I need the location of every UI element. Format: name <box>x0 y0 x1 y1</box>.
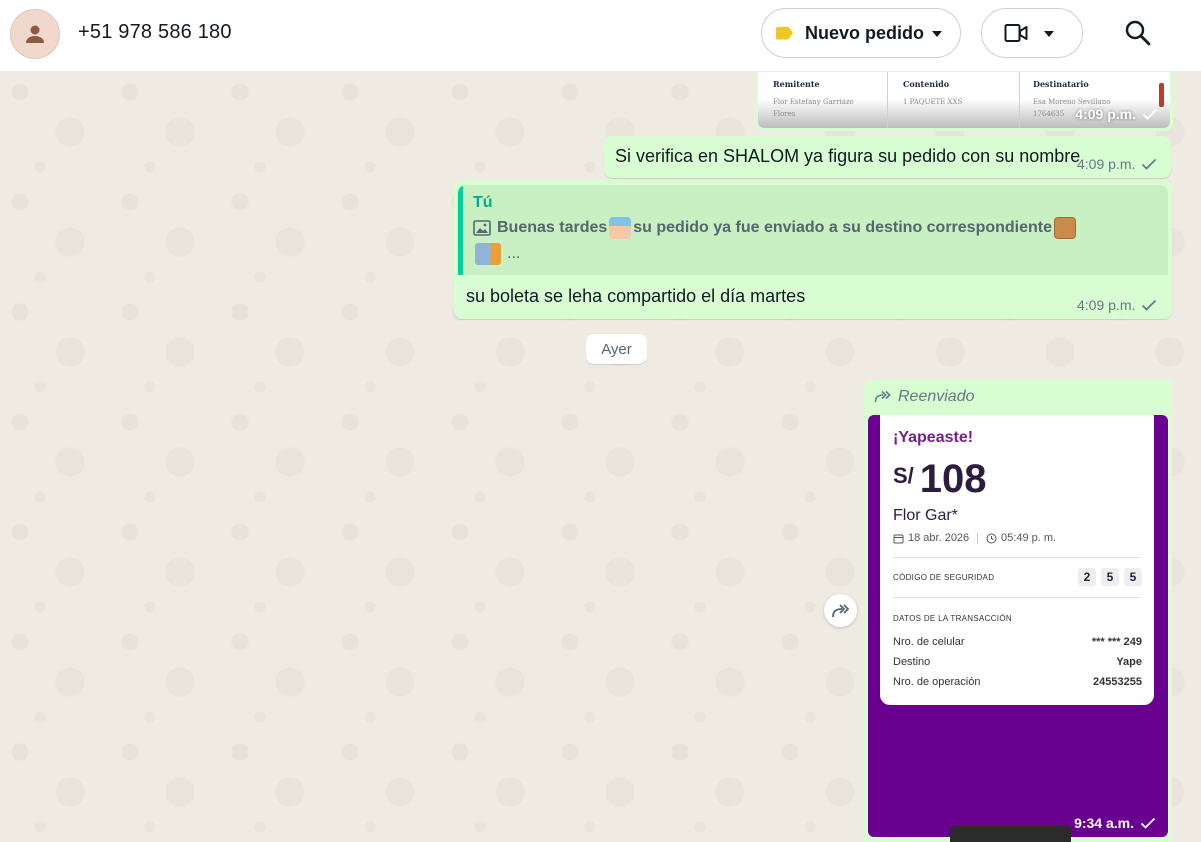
forwarded-label: Reenviado <box>874 388 975 406</box>
ticket-red-strip <box>1159 83 1164 107</box>
shipping-ticket-image[interactable]: Remitente Flor Estefany Garriazo Flores … <box>758 63 1170 128</box>
quote-ellipsis: ... <box>507 245 521 262</box>
yape-row-label: Destino <box>893 656 931 668</box>
search-button[interactable] <box>1124 19 1152 47</box>
sent-check-icon <box>1142 299 1157 311</box>
yape-title: ¡Yapeaste! <box>893 429 974 446</box>
quote-text: Buenas tardes su pedido ya fue enviado a… <box>473 217 1078 239</box>
message-time-text: 9:34 a.m. <box>1074 815 1134 831</box>
message-time: 9:34 a.m. <box>1074 815 1156 831</box>
yape-row-destination: Destino Yape <box>893 656 1142 668</box>
chevron-down-icon <box>1044 31 1054 37</box>
yape-security-label: CÓDIGO DE SEGURIDAD <box>893 573 995 582</box>
chevron-down-icon <box>932 31 942 37</box>
yape-amount-value: 108 <box>919 457 987 501</box>
ticket-header-content: Contenido <box>903 79 950 89</box>
label-tag-icon <box>776 26 793 40</box>
message-text: su boleta se leha compartido el día mart… <box>466 286 806 306</box>
quote-text-part: Buenas tardes <box>497 219 608 236</box>
forwarded-icon <box>874 390 891 403</box>
security-digit: 5 <box>1101 568 1119 586</box>
contact-name[interactable]: +51 978 586 180 <box>78 21 232 44</box>
user-avatar-icon <box>26 25 44 43</box>
sent-check-icon <box>1142 158 1157 170</box>
label-dropdown-text: Nuevo pedido <box>805 22 925 43</box>
yape-separator <box>893 597 1141 598</box>
yape-row-phone: Nro. de celular *** *** 249 <box>893 636 1142 648</box>
yape-row-value: *** *** 249 <box>1091 636 1142 648</box>
quote-text-line2: ... <box>473 243 520 265</box>
message-bubble-forwarded[interactable]: Reenviado ¡Yapeaste! S/ 108 Flor Gar* 18… <box>864 380 1172 842</box>
quote-text-part: su pedido ya fue enviado a su destino co… <box>633 219 1053 236</box>
calendar-icon <box>893 534 904 543</box>
delivery-truck-emoji-icon <box>475 243 501 265</box>
image-icon <box>473 220 491 236</box>
woman-raising-hand-emoji-icon <box>609 217 632 239</box>
message-time: 4:09 p.m. <box>1077 297 1157 313</box>
yape-recipient-name: Flor Gar* <box>893 507 958 524</box>
yape-receipt-card: ¡Yapeaste! S/ 108 Flor Gar* 18 abr. 2026… <box>880 415 1154 705</box>
yape-currency: S/ <box>893 463 914 488</box>
forward-icon <box>831 603 849 617</box>
yape-row-operation: Nro. de operación 24553255 <box>893 676 1142 688</box>
yape-date: 18 abr. 2026 <box>908 532 970 544</box>
message-time: 4:09 p.m. <box>1077 156 1157 172</box>
yape-datetime: 18 abr. 2026 | 05:49 p. m. <box>893 532 1056 544</box>
ticket-value-sender: Flor Estefany Garriazo Flores <box>773 96 854 120</box>
yape-details-label: DATOS DE LA TRANSACCIÓN <box>893 614 1012 623</box>
security-digit: 5 <box>1124 568 1142 586</box>
yape-security-code: 2 5 5 <box>1078 568 1142 586</box>
yape-row-value: Yape <box>1116 656 1142 668</box>
security-digit: 2 <box>1078 568 1096 586</box>
message-time-text: 4:09 p.m. <box>1077 297 1136 313</box>
yape-receipt-image[interactable]: ¡Yapeaste! S/ 108 Flor Gar* 18 abr. 2026… <box>868 415 1168 837</box>
ticket-divider <box>1019 63 1020 128</box>
forwarded-label-text: Reenviado <box>898 388 975 405</box>
quote-accent-bar <box>458 185 463 275</box>
forward-button[interactable] <box>824 594 857 627</box>
ticket-header-recipient: Destinatario <box>1033 79 1089 89</box>
contact-avatar[interactable] <box>10 9 60 59</box>
ticket-sender-line: Flores <box>773 110 796 118</box>
yape-time: 05:49 p. m. <box>1001 532 1057 544</box>
clock-icon <box>986 533 997 543</box>
message-text: Si verifica en SHALOM ya figura su pedid… <box>615 146 1081 166</box>
message-time-text: 4:09 p.m. <box>1077 156 1136 172</box>
sent-check-icon <box>1142 108 1158 120</box>
ticket-column-sender: Remitente Flor Estefany Garriazo Flores <box>773 79 854 120</box>
ticket-header-sender: Remitente <box>773 79 820 89</box>
message-bubble-verify[interactable]: Si verifica en SHALOM ya figura su pedid… <box>604 136 1171 178</box>
yape-date-separator: | <box>976 532 980 544</box>
yape-amount: S/ 108 <box>893 457 987 501</box>
taskbar-peek <box>950 826 1071 842</box>
yape-row-label: Nro. de celular <box>893 636 965 648</box>
label-dropdown-button[interactable]: Nuevo pedido <box>761 8 961 58</box>
yape-row-value: 24553255 <box>1093 676 1142 688</box>
ticket-divider <box>887 63 888 128</box>
video-call-button[interactable] <box>981 8 1083 58</box>
sent-check-icon <box>1140 817 1156 829</box>
video-camera-icon <box>1004 24 1028 42</box>
search-icon <box>1125 20 1151 46</box>
ticket-sender-line: Flor Estefany Garriazo <box>773 98 854 106</box>
date-divider: Ayer <box>586 334 647 364</box>
package-emoji-icon <box>1054 217 1077 239</box>
yape-row-label: Nro. de operación <box>893 676 981 688</box>
message-time: 4:09 p.m. <box>1075 106 1158 122</box>
quote-author: Tú <box>473 194 493 211</box>
message-time-text: 4:09 p.m. <box>1075 106 1136 122</box>
quoted-message[interactable]: Tú Buenas tardes su pedido ya fue enviad… <box>458 185 1168 275</box>
chat-header: +51 978 586 180 Nuevo pedido <box>0 0 1201 72</box>
yape-separator <box>893 557 1141 558</box>
ticket-value-content: 1 PAQUETE XXS <box>903 98 963 106</box>
ticket-column-content: Contenido 1 PAQUETE XXS <box>903 79 962 108</box>
